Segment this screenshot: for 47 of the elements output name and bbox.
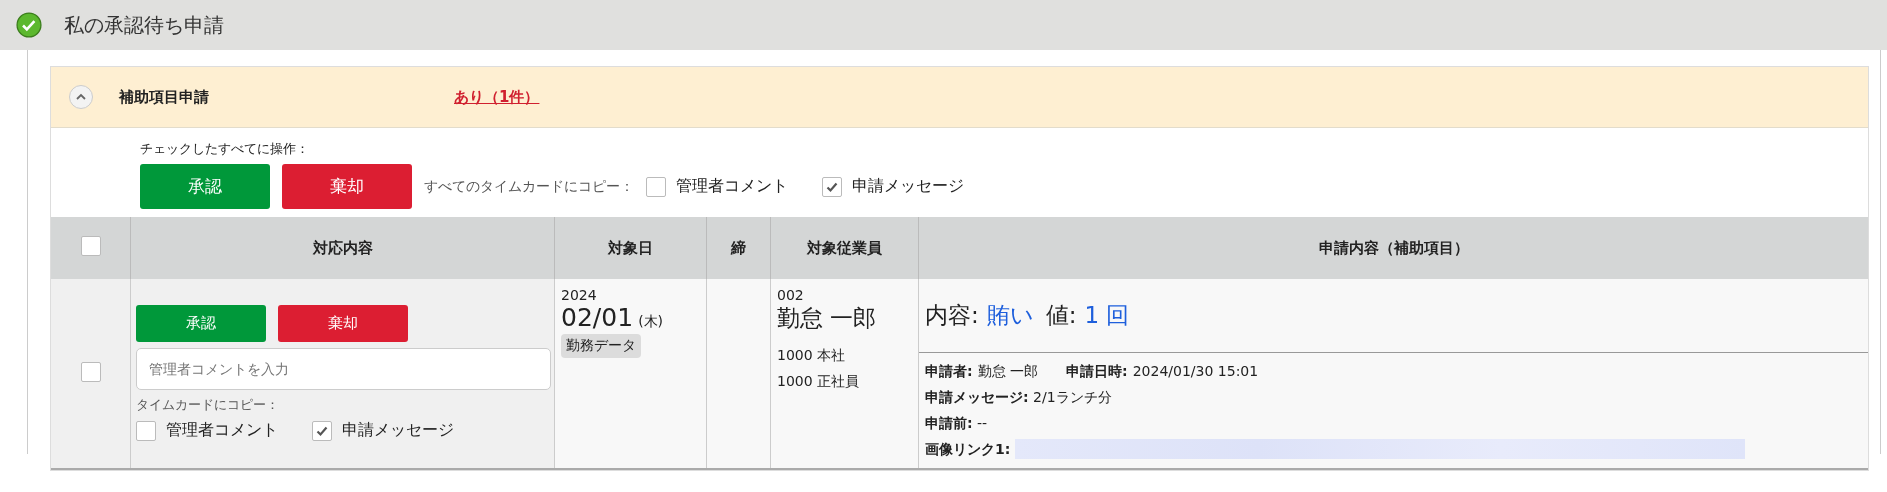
section-title: 補助項目申請 (119, 87, 210, 107)
detail-value: 2024/01/30 15:01 (1132, 362, 1259, 381)
column-header: 締 (706, 217, 771, 279)
column-header: 対象従業員 (770, 217, 919, 279)
content-value: 1 回 (1084, 301, 1130, 330)
column-header: 対象日 (554, 217, 707, 279)
reject-button[interactable]: 棄却 (282, 164, 412, 209)
row-checkbox[interactable] (80, 361, 101, 382)
detail-label: 申請日時: (1066, 362, 1128, 381)
approve-button[interactable]: 承認 (140, 164, 270, 209)
comment-input[interactable]: 管理者コメントを入力 (136, 348, 551, 390)
page-title: 私の承認待ち申請 (64, 11, 224, 39)
checkbox-label: 管理者コメント (676, 176, 788, 197)
detail-value: 勤怠 一郎 (977, 362, 1039, 381)
checkbox[interactable] (312, 420, 332, 441)
checkbox[interactable] (646, 176, 666, 197)
checkbox-label: 管理者コメント (166, 420, 278, 441)
content-label: 値: (1045, 301, 1077, 330)
content-label: 内容: (925, 301, 979, 330)
detail-label: 画像リンク1: (925, 440, 1011, 459)
status-link[interactable]: あり（1件） (454, 87, 540, 107)
column-header: 申請内容（補助項目） (918, 217, 1868, 279)
copy-label: すべてのタイムカードにコピー： (424, 177, 634, 196)
bulk-action-label: チェックしたすべてに操作： (140, 140, 310, 158)
year-text: 2024 (561, 287, 598, 303)
tag: 勤務データ (561, 334, 641, 358)
column-header: 対応内容 (130, 217, 555, 279)
checkbox[interactable] (822, 176, 842, 197)
date-text: 02/01 (561, 303, 634, 332)
employee-name: 勤怠 一郎 (777, 304, 878, 333)
detail-text: 申請メッセージ: 2/1ランチ分 (925, 388, 1112, 407)
checkbox[interactable] (136, 420, 156, 441)
checkbox-label: 申請メッセージ (342, 420, 454, 441)
org-text: 1000 本社 (777, 346, 847, 365)
weekday-text: (木) (638, 313, 664, 329)
detail-text: 申請前: -- (925, 414, 988, 433)
approve-button[interactable]: 承認 (136, 305, 266, 342)
collapse-toggle[interactable] (69, 85, 93, 109)
content-value: 賄い (986, 301, 1034, 330)
org-text: 1000 正社員 (777, 372, 861, 391)
checkbox-label: 申請メッセージ (852, 176, 964, 197)
copy-label: タイムカードにコピー： (136, 396, 280, 414)
reject-button[interactable]: 棄却 (278, 305, 408, 342)
detail-label: 申請者: (925, 362, 973, 381)
select-all-checkbox[interactable] (80, 236, 101, 256)
employee-code: 002 (777, 287, 805, 303)
check-circle-icon (16, 12, 42, 38)
